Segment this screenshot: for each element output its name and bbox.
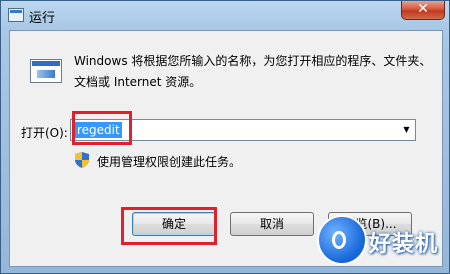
open-label: 打开(O): [21,126,68,140]
run-app-icon [8,8,24,22]
ok-button[interactable]: 确定 [132,212,216,236]
watermark-logo: 好装机 [317,213,447,269]
admin-note: 使用管理权限创建此任务。 [97,155,242,169]
run-icon [30,59,62,83]
run-dialog: 运行 ✕ Windows 将根据您所输入的名称，为您打开相应的程序、文件夹、文档… [0,0,450,274]
uac-shield-icon [75,152,89,168]
close-icon: ✕ [417,1,429,17]
open-input-value[interactable]: regedit [75,122,122,138]
title-bar[interactable]: 运行 ✕ [1,1,449,29]
close-button[interactable]: ✕ [401,1,445,20]
cancel-button[interactable]: 取消 [230,212,314,236]
window-title: 运行 [29,11,56,26]
description-text: Windows 将根据您所输入的名称，为您打开相应的程序、文件夹、文档或 Int… [74,54,432,89]
open-combobox[interactable]: regedit ▼ [70,119,416,141]
watermark-badge-icon [317,215,367,265]
dropdown-arrow-icon[interactable]: ▼ [398,120,415,140]
watermark-text: 好装机 [369,232,439,257]
